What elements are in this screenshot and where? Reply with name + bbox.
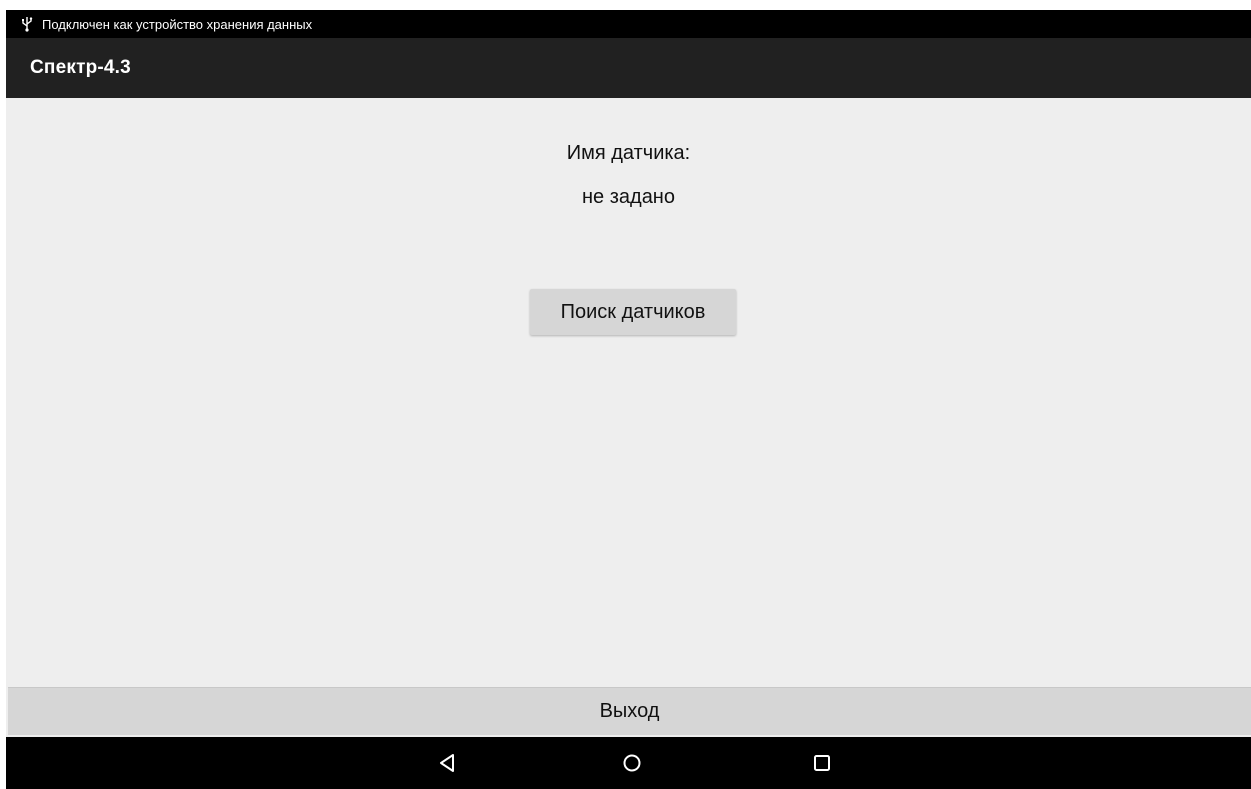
navigation-bar	[6, 737, 1251, 789]
back-icon[interactable]	[429, 745, 465, 781]
exit-button[interactable]: Выход	[8, 687, 1251, 735]
usb-icon	[6, 16, 38, 32]
status-bar: Подключен как устройство хранения данных	[6, 10, 1251, 38]
status-notification-text: Подключен как устройство хранения данных	[42, 16, 313, 32]
search-sensors-button[interactable]: Поиск датчиков	[530, 289, 736, 335]
sensor-name-label: Имя датчика:	[566, 142, 691, 164]
sensor-name-value: не задано	[582, 186, 675, 208]
main-content: Имя датчика: не задано Поиск датчиков	[6, 98, 1251, 686]
home-icon[interactable]	[614, 745, 650, 781]
app-title: Спектр-4.3	[30, 57, 131, 78]
android-screen: Подключен как устройство хранения данных…	[6, 10, 1251, 789]
action-bar: Спектр-4.3	[6, 38, 1251, 98]
recents-icon[interactable]	[804, 745, 840, 781]
